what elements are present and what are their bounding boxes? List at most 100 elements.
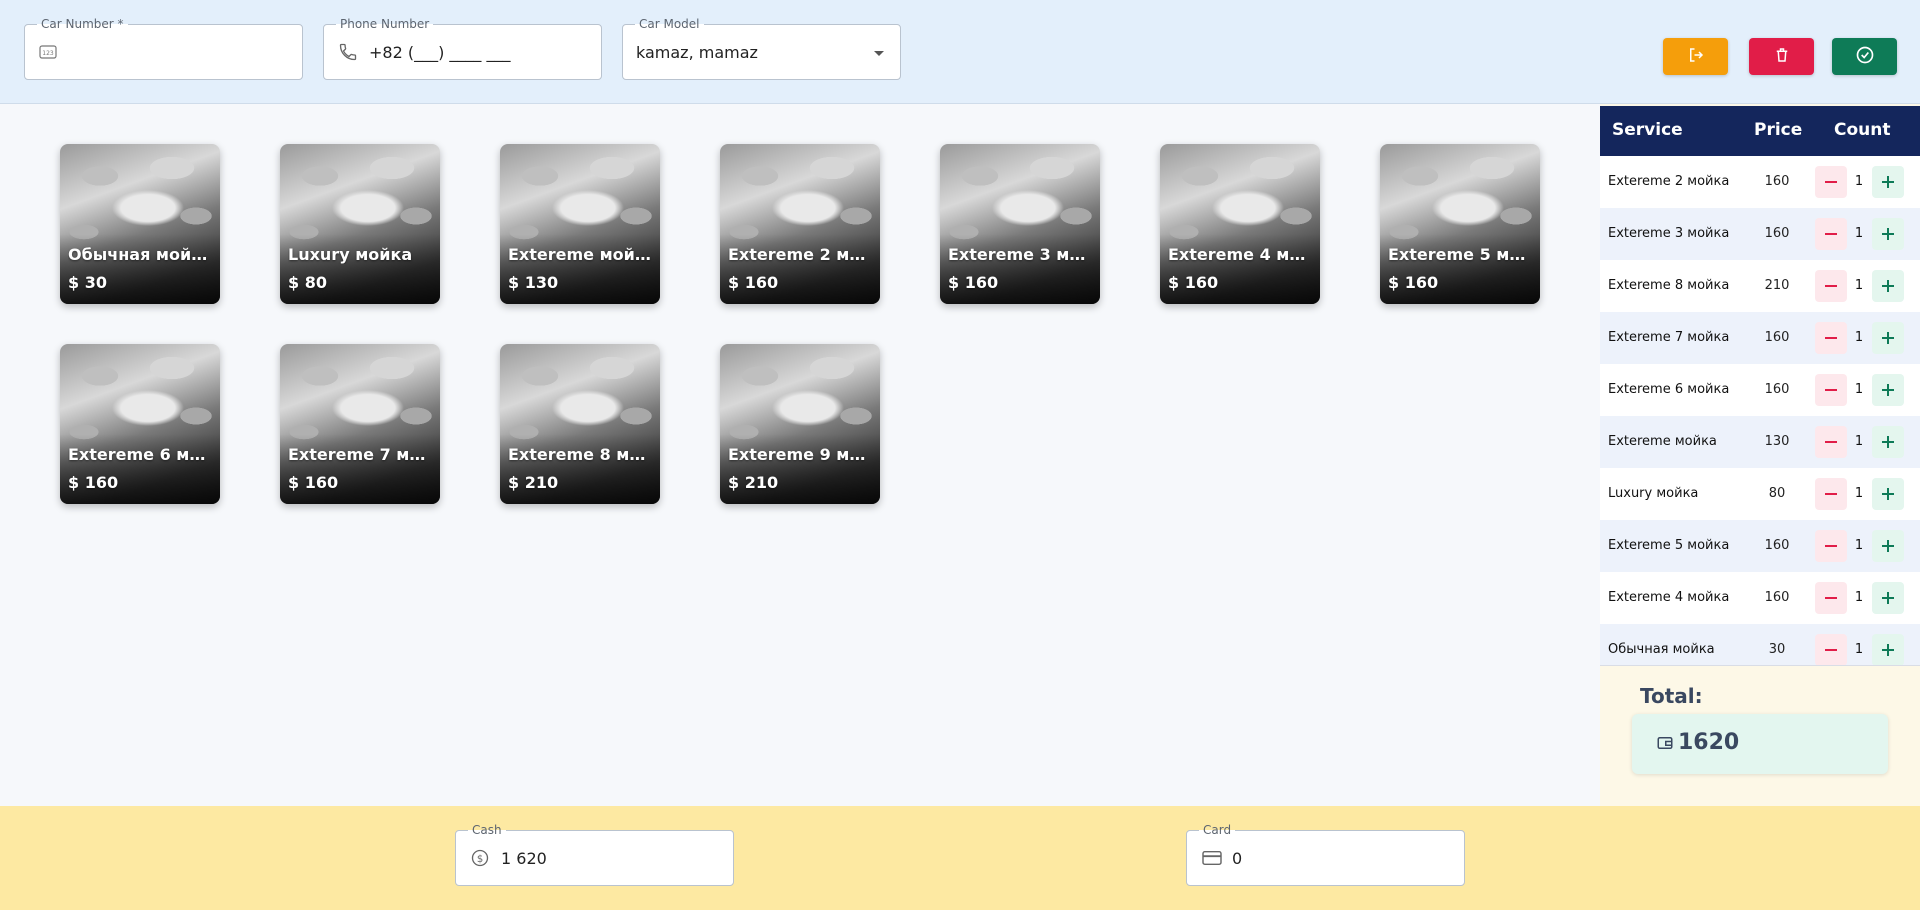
plus-icon [1882,176,1894,188]
phone-number-field[interactable]: Phone Number +82 (___) ____ ___ [323,16,602,80]
table-row: Extereme 8 мойка 210 1 [1600,260,1920,312]
row-service: Extereme 8 мойка [1608,278,1730,293]
service-card-price: $ 160 [1388,273,1439,292]
increment-button[interactable] [1872,582,1904,614]
decrement-button[interactable] [1815,322,1847,354]
minus-icon [1825,545,1837,547]
confirm-button[interactable] [1832,38,1897,75]
row-service: Extereme мойка [1608,434,1717,449]
service-card-name: Extereme 2 мойка [728,245,872,264]
plus-icon [1882,592,1894,604]
decrement-button[interactable] [1815,218,1847,250]
service-card[interactable]: Extereme 8 мойка $ 210 [500,344,660,504]
increment-button[interactable] [1872,218,1904,250]
row-price: 160 [1764,174,1790,189]
service-card[interactable]: Extereme 7 мойка $ 160 [280,344,440,504]
minus-icon [1825,649,1837,651]
service-card[interactable]: Extereme 9 мойка $ 210 [720,344,880,504]
service-grid: Обычная мойка $ 30 Luxury мойка $ 80 Ext… [0,104,1600,806]
row-service: Extereme 2 мойка [1608,174,1730,189]
decrement-button[interactable] [1815,530,1847,562]
decrement-button[interactable] [1815,270,1847,302]
row-price: 160 [1764,538,1790,553]
increment-button[interactable] [1872,374,1904,406]
column-header-service: Service [1612,120,1683,140]
decrement-button[interactable] [1815,374,1847,406]
service-card[interactable]: Extereme мойка $ 130 [500,144,660,304]
minus-icon [1825,597,1837,599]
table-row: Обычная мойка 30 1 [1600,624,1920,665]
row-service: Extereme 4 мойка [1608,590,1730,605]
plus-icon [1882,384,1894,396]
column-header-count: Count [1834,120,1891,140]
svg-text:$: $ [477,854,483,865]
logout-icon [1687,46,1705,67]
card-value[interactable]: 0 [1232,831,1242,885]
service-card[interactable]: Luxury мойка $ 80 [280,144,440,304]
row-price: 160 [1764,382,1790,397]
row-price: 130 [1764,434,1790,449]
service-card-price: $ 210 [728,473,779,492]
row-service: Luxury мойка [1608,486,1699,501]
row-price: 160 [1764,330,1790,345]
service-card[interactable]: Extereme 4 мойка $ 160 [1160,144,1320,304]
service-card[interactable]: Extereme 3 мойка $ 160 [940,144,1100,304]
row-service: Extereme 3 мойка [1608,226,1730,241]
service-card-name: Luxury мойка [288,245,413,264]
row-price: 80 [1768,486,1786,501]
service-card-name: Extereme 5 мойка [1388,245,1532,264]
table-row: Extereme 7 мойка 160 1 [1600,312,1920,364]
car-model-value[interactable]: kamaz, mamaz [636,25,758,79]
table-row: Luxury мойка 80 1 [1600,468,1920,520]
increment-button[interactable] [1872,634,1904,665]
row-count: 1 [1854,538,1864,553]
increment-button[interactable] [1872,478,1904,510]
decrement-button[interactable] [1815,634,1847,665]
increment-button[interactable] [1872,530,1904,562]
exit-button[interactable] [1663,38,1728,75]
service-card[interactable]: Extereme 6 мойка $ 160 [60,344,220,504]
cash-value[interactable]: 1 620 [501,831,547,885]
service-card-price: $ 80 [288,273,327,292]
increment-button[interactable] [1872,426,1904,458]
cash-field[interactable]: Cash $ 1 620 [455,822,734,886]
service-card-name: Обычная мойка [68,245,212,264]
service-card-name: Extereme 9 мойка [728,445,872,464]
decrement-button[interactable] [1815,166,1847,198]
increment-button[interactable] [1872,270,1904,302]
row-count: 1 [1854,278,1864,293]
car-number-input[interactable] [69,39,289,65]
service-card-price: $ 130 [508,273,559,292]
service-card-name: Extereme мойка [508,245,652,264]
chevron-down-icon[interactable] [874,51,884,56]
plus-icon [1882,332,1894,344]
table-row: Extereme 4 мойка 160 1 [1600,572,1920,624]
car-model-select[interactable]: Car Model kamaz, mamaz [622,16,901,80]
service-card-price: $ 210 [508,473,559,492]
row-price: 160 [1764,590,1790,605]
increment-button[interactable] [1872,166,1904,198]
order-table-body[interactable]: Extereme 2 мойка 160 1 Extereme 3 мойка … [1600,156,1920,666]
service-card-price: $ 160 [68,473,119,492]
plus-icon [1882,228,1894,240]
table-row: Extereme 2 мойка 160 1 [1600,156,1920,208]
plus-icon [1882,436,1894,448]
service-card-name: Extereme 3 мойка [948,245,1092,264]
increment-button[interactable] [1872,322,1904,354]
total-box: 1620 [1632,714,1888,774]
minus-icon [1825,181,1837,183]
service-card[interactable]: Обычная мойка $ 30 [60,144,220,304]
car-number-field[interactable]: Car Number * 123 [24,16,303,80]
service-card[interactable]: Extereme 2 мойка $ 160 [720,144,880,304]
column-header-price: Price [1754,120,1803,140]
phone-number-value[interactable]: +82 (___) ____ ___ [369,25,511,79]
card-field[interactable]: Card 0 [1186,822,1465,886]
decrement-button[interactable] [1815,582,1847,614]
service-card[interactable]: Extereme 5 мойка $ 160 [1380,144,1540,304]
delete-button[interactable] [1749,38,1814,75]
phone-icon [338,25,358,79]
decrement-button[interactable] [1815,426,1847,458]
decrement-button[interactable] [1815,478,1847,510]
minus-icon [1825,233,1837,235]
row-service: Extereme 6 мойка [1608,382,1730,397]
